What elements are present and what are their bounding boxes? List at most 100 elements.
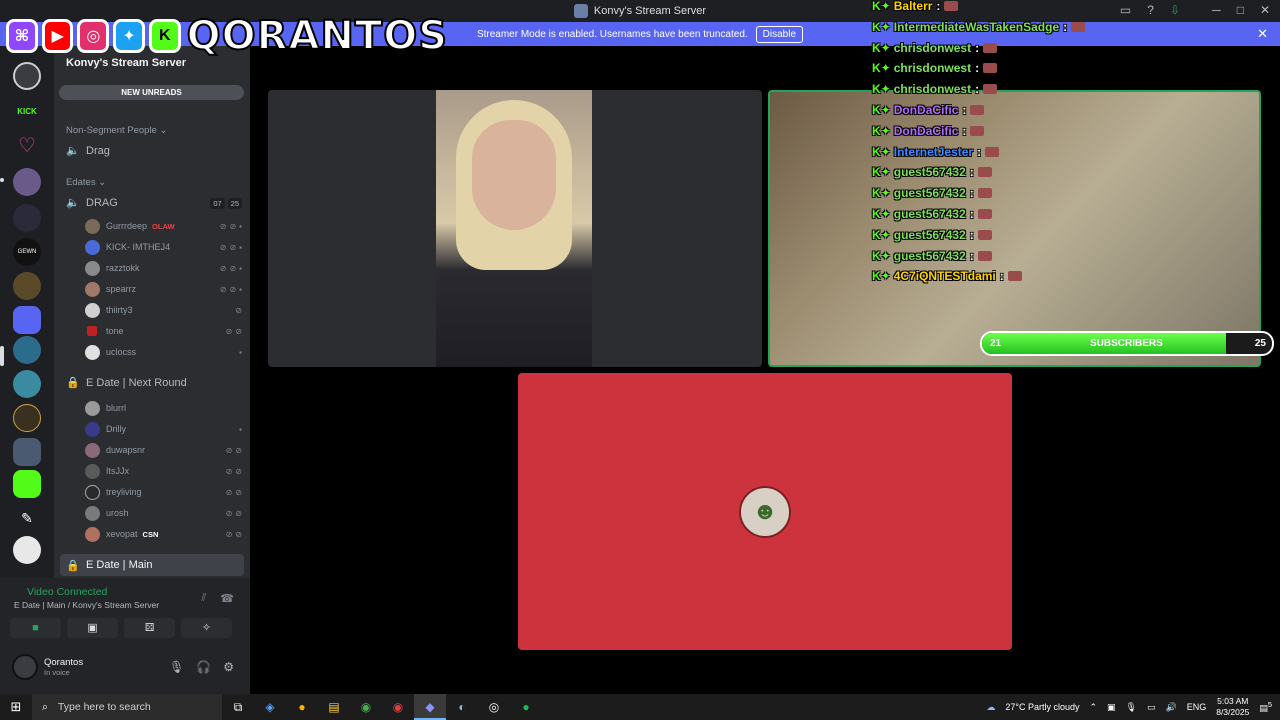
camera-button[interactable]: ■ [10,618,61,638]
taskbar-search[interactable]: ⌕ Type here to search [32,694,222,720]
user-name: tone [106,326,124,336]
new-unreads-pill[interactable]: NEW UNREADS [59,85,244,100]
voice-user[interactable]: xevopat CSN ⊘⊘ [85,526,245,542]
muted-deafened-icon: ⊘⊘ [225,529,245,539]
server-icon[interactable] [13,470,41,498]
voice-user[interactable]: urosh ⊘⊘ [85,505,245,521]
volume-icon[interactable]: 🔊 [1165,702,1176,713]
disconnect-icon[interactable]: ☎ [220,592,234,605]
settings-gear-icon[interactable]: ⚙ [223,660,234,674]
category-edates[interactable]: Edates ⌄ [66,177,106,188]
network-icon[interactable]: ▭ [1147,702,1156,713]
selected-pip [0,346,4,366]
server-icon[interactable] [13,168,41,196]
video-tile-2[interactable] [768,90,1261,367]
server-icon[interactable] [13,336,41,364]
server-icon[interactable] [13,204,41,232]
video-tile-3[interactable]: ☻ [518,373,1012,650]
mic-tray-icon[interactable]: 🎙 [1126,702,1137,713]
emote-icon [983,63,998,74]
emote-icon [970,105,985,115]
obs-icon[interactable]: ◎ [478,700,510,714]
chat-message: K✦ DonDaCific: [872,101,985,119]
chat-message: K✦ IntermediateWasTakenSadge: [872,18,1086,36]
kick-server-icon[interactable]: KICK [13,98,41,126]
muted-deafened-icon: ⊘⊘ [225,326,245,336]
voice-user[interactable]: Drilly ▪ [85,421,245,437]
chat-username: chrisdonwest [893,40,972,55]
heart-server-icon[interactable]: ♡ [13,132,41,160]
copilot-icon[interactable]: ◈ [254,700,286,714]
tray-app-icon[interactable]: ▣ [1107,702,1116,713]
screen-share-button[interactable]: ▣ [67,618,118,638]
language-indicator[interactable]: ENG [1187,702,1207,712]
user-panel[interactable]: Qorantos In voice [12,654,83,680]
server-icon[interactable] [13,404,41,432]
close-streamer-bar-icon[interactable]: ✕ [1257,26,1268,42]
voice-user[interactable]: uclocss ▪ [85,344,245,360]
app-icon[interactable]: ● [286,700,318,714]
weather-icon[interactable]: ☁ [986,702,995,713]
avatar [87,326,97,336]
voice-user[interactable]: treyliving ⊘⊘ [85,484,245,500]
voice-user[interactable]: tone ⊘⊘ [85,324,245,338]
channel-main[interactable]: 🔒 E Date | Main [60,554,244,576]
close-window-icon[interactable]: ✕ [1260,3,1270,17]
server-avatar[interactable] [13,62,41,90]
steam-icon[interactable]: ◐ [446,700,478,714]
noise-suppression-icon[interactable]: ⫽ [201,592,206,605]
channel-next-round[interactable]: 🔒 E Date | Next Round [66,376,187,390]
disable-streamer-mode-button[interactable]: Disable [755,25,804,43]
voice-user[interactable]: KICK- IMTHEJ4 ⊘⊘▪ [85,239,245,255]
chat-username: DonDaCific [893,103,959,117]
lock-icon: 🔒 [66,377,80,389]
discord-icon[interactable]: ◆ [414,694,446,720]
task-view-icon[interactable]: ⧉ [222,700,254,715]
voice-user[interactable]: ItsJJx ⊘⊘ [85,463,245,479]
user-name: blurrl [106,403,127,413]
chat-separator: : [962,103,967,117]
voice-user[interactable]: blurrl [85,400,245,416]
soundboard-button[interactable]: ✧ [181,618,232,638]
server-icon[interactable]: ✎ [13,504,41,532]
server-icon[interactable] [13,536,41,564]
chrome-icon[interactable]: ◉ [382,700,414,714]
channel-drag-voice[interactable]: 🔈 DRAG [66,196,118,210]
emote-icon [1071,21,1086,32]
server-icon[interactable] [13,438,41,466]
category-label: Edates [66,177,96,188]
voice-user[interactable]: spearrz ⊘⊘▪ [85,281,245,297]
voice-user[interactable]: thiirty3 ⊘ [85,302,245,318]
inbox-icon[interactable]: ▭ [1120,3,1131,17]
server-icon[interactable] [13,272,41,300]
help-icon[interactable]: ? [1147,3,1154,17]
clock-date: 8/3/2025 [1216,707,1250,717]
voice-location[interactable]: E Date | Main / Konvy's Stream Server [14,600,159,610]
tray-overflow-icon[interactable]: ⌃ [1089,702,1097,713]
notifications-icon[interactable]: ▤5 [1259,700,1272,714]
clock[interactable]: 5:03 AM 8/3/2025 [1216,696,1249,718]
category-non-segment[interactable]: Non-Segment People ⌄ [66,125,167,136]
server-icon[interactable]: GEWN [13,238,41,266]
voice-user[interactable]: duwapsnr ⊘⊘ [85,442,245,458]
server-icon[interactable] [13,370,41,398]
voice-status[interactable]: Video Connected [27,586,107,598]
server-icon[interactable] [13,306,41,334]
activity-button[interactable]: ⚄ [124,618,175,638]
maximize-icon[interactable]: □ [1237,3,1244,17]
weather-text[interactable]: 27°C Partly cloudy [1005,702,1079,712]
voice-user[interactable]: Gurrrdeep OLAW ⊘⊘▪ [85,218,245,234]
channel-label: Drag [86,144,110,157]
windows-start-icon[interactable]: ⊞ [0,699,32,715]
minimize-icon[interactable]: ─ [1212,3,1221,17]
chrome-icon[interactable]: ◉ [350,700,382,714]
microphone-icon[interactable]: 🎙 [169,660,184,674]
voice-user[interactable]: razztokk ⊘⊘▪ [85,260,245,276]
channel-drag[interactable]: 🔈 Drag [66,144,110,158]
spotify-icon[interactable]: ● [510,700,542,714]
video-tile-1[interactable] [268,90,762,367]
file-explorer-icon[interactable]: ▤ [318,700,350,714]
headphones-icon[interactable]: 🎧 [196,660,211,674]
download-icon[interactable]: ⇩ [1170,3,1180,17]
video-count-badge: 07 [210,198,225,209]
